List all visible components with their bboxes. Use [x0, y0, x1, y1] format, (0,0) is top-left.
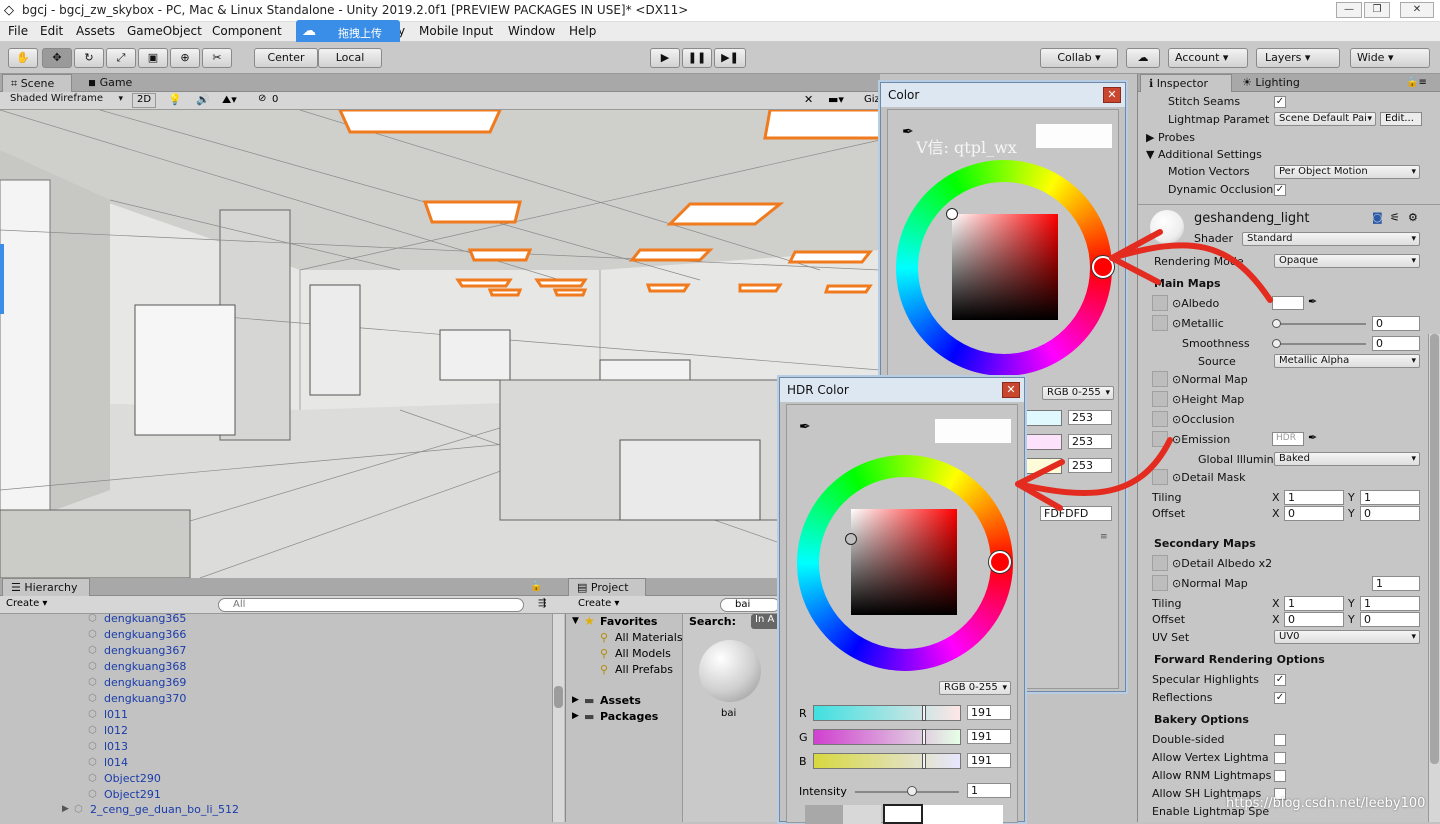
annotation-arrows: [1015, 229, 1273, 511]
watermark-url: https://blog.csdn.net/leeby100: [1226, 796, 1426, 811]
